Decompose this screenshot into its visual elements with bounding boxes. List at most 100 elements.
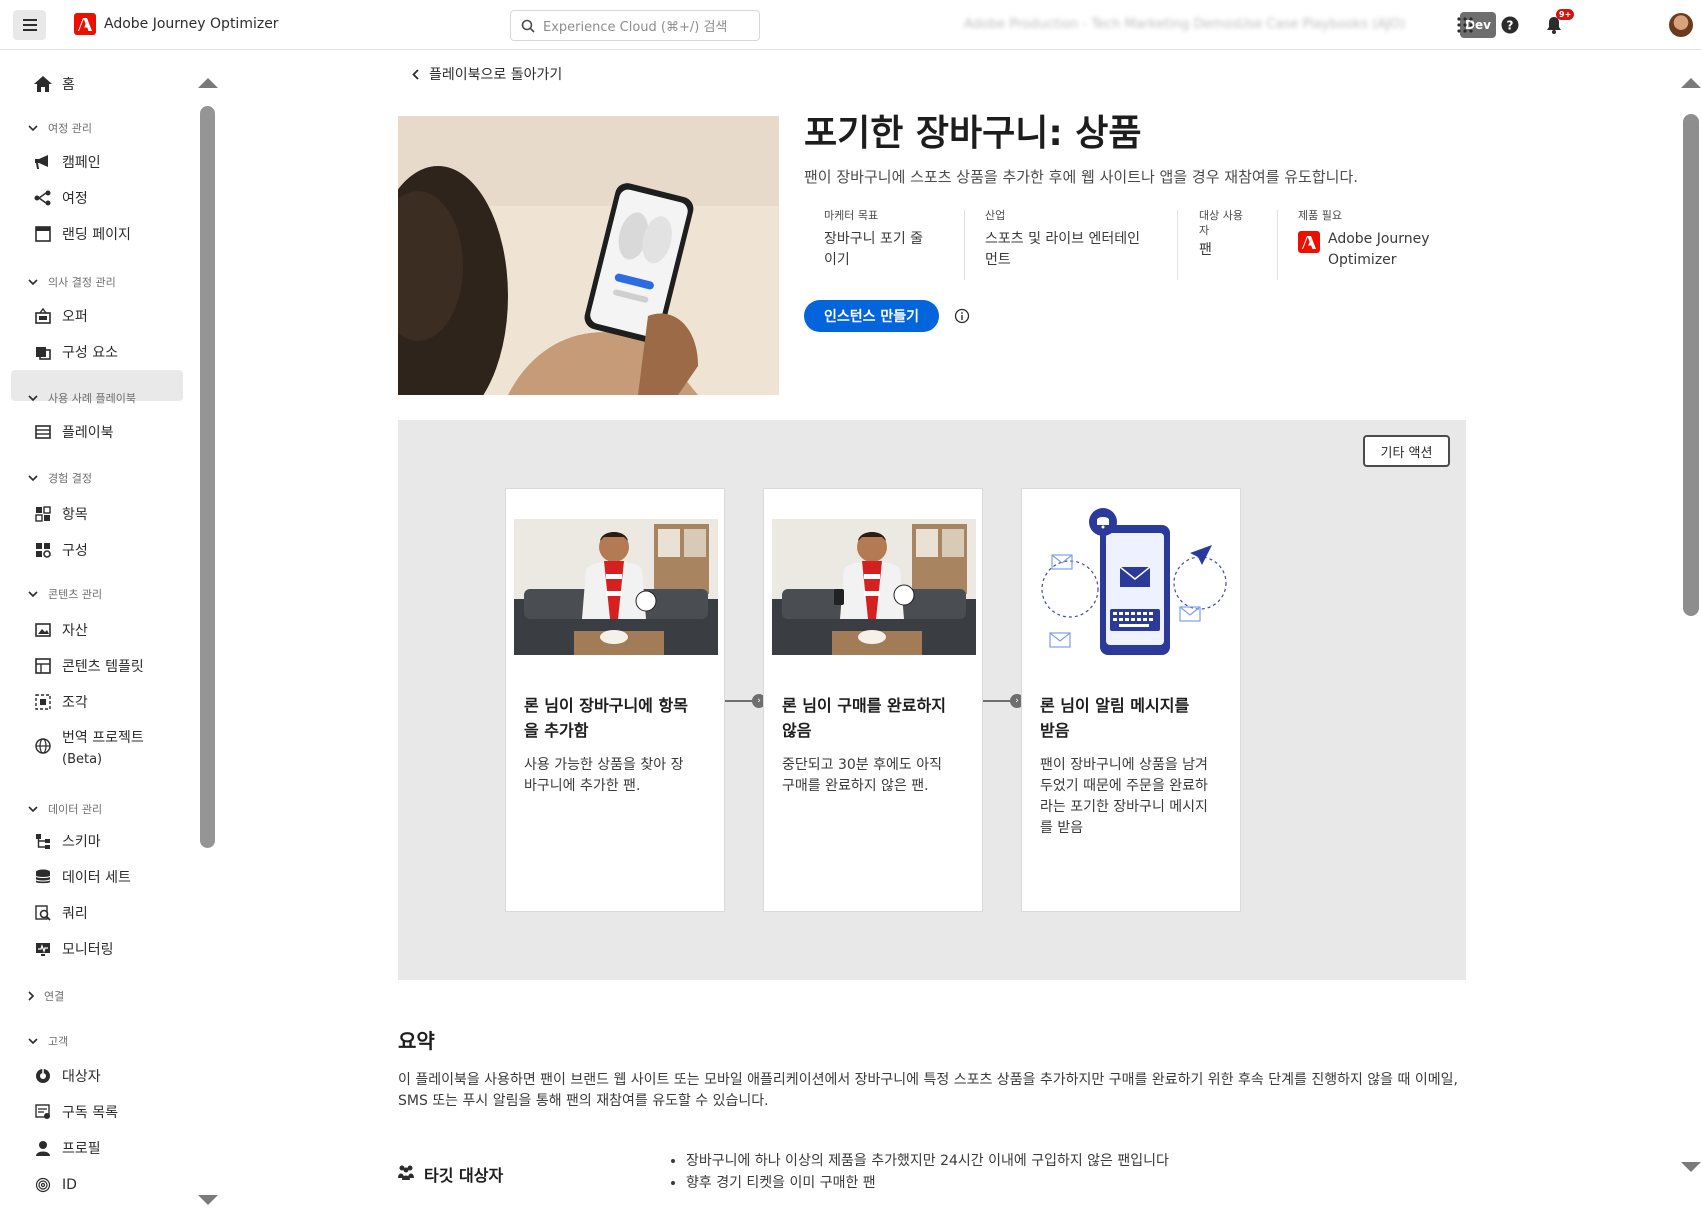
sidebar-item-configuration[interactable]: 구성 <box>34 538 88 562</box>
step-description-line: 두었기 때문에 주문을 완료하 <box>1040 778 1208 794</box>
sidebar-item-monitoring[interactable]: 모니터링 <box>34 937 114 961</box>
meta-industry-label: 산업 <box>985 209 1006 222</box>
items-icon <box>34 505 52 523</box>
globe-icon <box>34 737 52 755</box>
notification-bell-icon[interactable]: 9+ <box>1542 9 1575 37</box>
sidebar-item-landing-pages[interactable]: 랜딩 페이지 <box>34 222 131 246</box>
sidebar-item-components[interactable]: 구성 요소 <box>34 340 118 364</box>
configuration-icon <box>34 541 52 559</box>
meta-goal-value-1: 장바구니 포기 줄 <box>824 231 924 247</box>
help-icon[interactable]: ? <box>1498 13 1522 37</box>
summary-heading: 요약 <box>398 1029 435 1053</box>
sidebar-scroll-up[interactable] <box>198 78 218 88</box>
sidebar-scroll-down[interactable] <box>198 1195 218 1205</box>
sidebar-item-offers[interactable]: 오퍼 <box>34 304 88 328</box>
org-switcher[interactable]: Adobe Production - Tech Marketing Demos <box>964 17 1239 32</box>
sidebar-item-campaigns[interactable]: 캠페인 <box>34 150 101 174</box>
meta-divider <box>1177 210 1178 280</box>
sidebar-item-schemas[interactable]: 스키마 <box>34 829 101 853</box>
chevron-down-icon <box>28 395 38 401</box>
meta-goal: 마케터 목표 장바구니 포기 줄 이기 <box>824 208 944 271</box>
search-input[interactable]: Experience Cloud (⌘+/) 검색 <box>510 10 760 41</box>
chevron-right-icon <box>28 991 34 1001</box>
meta-audience: 대상 사용 자 팬 <box>1199 208 1269 261</box>
journey-step-card[interactable]: 론 님이 알림 메시지를 받음 팬이 장바구니에 상품을 남겨 두었기 때문에 … <box>1021 488 1241 912</box>
sidebar-section-playbooks[interactable]: 사용 사례 플레이북 <box>28 390 136 406</box>
meta-industry: 산업 스포츠 및 라이브 엔터테인 먼트 <box>985 208 1165 271</box>
main-scrollbar[interactable] <box>1683 114 1699 616</box>
sidebar-item-identities[interactable]: ID <box>34 1173 77 1197</box>
offer-icon <box>34 307 52 325</box>
sidebar-item-assets[interactable]: 자산 <box>34 618 88 642</box>
menu-icon[interactable] <box>13 10 46 40</box>
meta-product: 제품 필요 Adobe Journey Optimizer <box>1298 208 1448 271</box>
sidebar-item-beta-label: (Beta) <box>62 752 103 767</box>
sidebar-section-experience[interactable]: 경험 결정 <box>28 470 92 486</box>
sidebar-section-decision[interactable]: 의사 결정 관리 <box>28 274 116 290</box>
sidebar-section-content[interactable]: 콘텐츠 관리 <box>28 586 102 602</box>
step-description-line: 팬이 장바구니에 상품을 남겨 <box>1040 757 1208 773</box>
sidebar-item-label: 번역 프로젝트 <box>62 730 144 746</box>
sidebar-item-playbooks[interactable]: 플레이북 <box>34 420 114 444</box>
step-image-notification <box>1030 497 1234 659</box>
app-brand[interactable]: Adobe Journey Optimizer <box>74 13 279 35</box>
sidebar-section-label: 데이터 관리 <box>48 803 103 816</box>
chevron-down-icon <box>28 806 38 812</box>
sidebar-section-connections[interactable]: 연결 <box>28 988 64 1004</box>
sidebar-section-journey[interactable]: 여정 관리 <box>28 120 92 136</box>
sandbox-switcher[interactable]: Use Case Playbooks (AJO) <box>1238 17 1405 32</box>
main-scroll-down[interactable] <box>1681 1162 1701 1172</box>
step-description-line: 를 받음 <box>1040 820 1084 836</box>
back-to-playbooks-link[interactable]: 플레이북으로 돌아가기 <box>412 64 562 84</box>
hero-image <box>398 116 779 395</box>
step-title-line: 않음 <box>782 721 812 740</box>
journey-step-card[interactable]: 론 님이 구매를 완료하지 않음 중단되고 30분 후에도 아직 구매를 완료하… <box>763 488 983 912</box>
sidebar-item-datasets[interactable]: 데이터 세트 <box>34 865 131 889</box>
sidebar-item-journeys[interactable]: 여정 <box>34 186 88 210</box>
audience-group-icon <box>398 1164 414 1184</box>
meta-divider <box>964 210 965 280</box>
sidebar-item-fragments[interactable]: 조각 <box>34 690 88 714</box>
meta-product-value-2: Optimizer <box>1328 252 1397 268</box>
sidebar-item-label: 여정 <box>62 191 88 207</box>
sidebar-item-label: 데이터 세트 <box>62 870 131 886</box>
monitoring-icon <box>34 940 52 958</box>
sidebar-item-translation-projects[interactable]: 번역 프로젝트 (Beta) <box>34 727 144 771</box>
sidebar-section-data[interactable]: 데이터 관리 <box>28 801 102 817</box>
sidebar-section-customers[interactable]: 고객 <box>28 1033 68 1049</box>
journey-icon <box>34 189 52 207</box>
info-icon[interactable] <box>954 308 970 324</box>
sidebar-section-label: 사용 사례 플레이북 <box>48 392 136 405</box>
sidebar-item-content-templates[interactable]: 콘텐츠 템플릿 <box>34 654 144 678</box>
journey-step-card[interactable]: 론 님이 장바구니에 항목 을 추가함 사용 가능한 상품을 찾아 장 바구니에… <box>505 488 725 912</box>
user-avatar[interactable] <box>1669 13 1693 37</box>
sidebar-item-items[interactable]: 항목 <box>34 502 88 526</box>
sidebar-item-queries[interactable]: 쿼리 <box>34 901 88 925</box>
database-icon <box>34 868 52 886</box>
sidebar-item-home[interactable]: 홈 <box>34 72 75 96</box>
other-actions-button[interactable]: 기타 액션 <box>1363 435 1450 467</box>
sidebar-item-subscription-lists[interactable]: 구독 목록 <box>34 1100 118 1124</box>
playbook-icon <box>34 423 52 441</box>
sidebar-item-profiles[interactable]: 프로필 <box>34 1136 101 1160</box>
step-title: 론 님이 알림 메시지를 받음 <box>1040 693 1230 743</box>
step-title: 론 님이 장바구니에 항목 을 추가함 <box>524 693 714 743</box>
main-scroll-up[interactable] <box>1681 78 1701 88</box>
sidebar-item-label: 스키마 <box>62 834 101 850</box>
sidebar-item-label: 구독 목록 <box>62 1105 118 1121</box>
home-icon <box>34 75 52 93</box>
meta-audience-label-2: 자 <box>1199 224 1210 237</box>
top-bar: Adobe Journey Optimizer Experience Cloud… <box>0 0 1701 50</box>
sidebar-item-audiences[interactable]: 대상자 <box>34 1064 101 1088</box>
meta-audience-value: 팬 <box>1199 242 1212 258</box>
adobe-logo-icon <box>1298 231 1320 253</box>
summary-text: 이 플레이북을 사용하면 팬이 브랜드 웹 사이트 또는 모바일 애플리케이션에… <box>398 1072 1458 1109</box>
apps-grid-icon[interactable] <box>1453 13 1477 37</box>
create-instance-button[interactable]: 인스턴스 만들기 <box>804 300 939 332</box>
components-icon <box>34 343 52 361</box>
step-description-line: 사용 가능한 상품을 찾아 장 <box>524 757 684 773</box>
sidebar-item-label: 모니터링 <box>62 942 114 958</box>
sidebar-scrollbar[interactable] <box>200 106 215 848</box>
meta-industry-value-2: 먼트 <box>985 252 1011 268</box>
step-description-line: 라는 포기한 장바구니 메시지 <box>1040 799 1208 815</box>
